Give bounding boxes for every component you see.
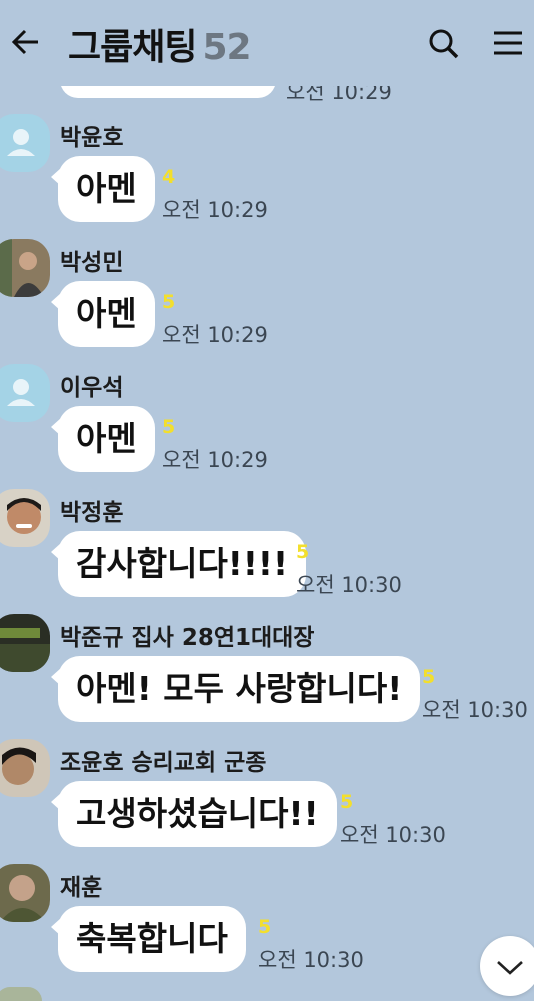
chat-title: 그룹채팅 52 (68, 18, 252, 70)
unread-count: 5 (162, 416, 176, 438)
person-icon (7, 129, 35, 156)
photo-icon (0, 739, 50, 797)
unread-count: 4 (162, 166, 176, 188)
chat-message: 조윤호 승리교회 군종 고생하셨습니다!! 5 오전 10:30 (0, 739, 534, 863)
message-bubble[interactable]: 아멘 (51, 281, 155, 347)
message-time: 오전 10:29 (162, 448, 268, 472)
message-time: 오전 10:30 (422, 698, 528, 722)
menu-icon (494, 31, 522, 55)
photo-icon (0, 239, 50, 297)
photo-icon (0, 489, 50, 547)
chat-message: 이우석 아멘 5 오전 10:29 (0, 364, 534, 488)
default-profile-avatar[interactable] (0, 114, 50, 172)
photo-icon (0, 614, 50, 672)
profile-photo-avatar[interactable] (0, 614, 50, 672)
chevron-down-icon (497, 961, 523, 975)
chat-message: 박정훈 감사합니다!!!! 5 오전 10:30 (0, 489, 534, 613)
unread-count: 5 (162, 291, 176, 313)
sender-name: 박정훈 (60, 500, 124, 526)
profile-photo-avatar[interactable] (0, 489, 50, 547)
person-icon (7, 379, 35, 406)
sender-name: 박성민 (60, 250, 124, 276)
arrow-left-icon (11, 29, 38, 55)
sender-name: 조윤호 승리교회 군종 (60, 750, 267, 776)
message-bubble[interactable]: 고생하셨습니다!! (51, 781, 337, 847)
message-bubble[interactable]: 아멘 (51, 406, 155, 472)
message-time: 오전 10:30 (340, 823, 446, 847)
message-bubble[interactable]: 아멘! 모두 사랑합니다! (50, 656, 421, 722)
sender-name: 박윤호 (60, 125, 124, 151)
message-bubble[interactable]: 아멘 (51, 156, 155, 222)
search-icon (429, 29, 459, 59)
profile-photo-avatar[interactable] (0, 739, 50, 797)
chat-message: 박성민 아멘 5 오전 10:29 (0, 239, 534, 363)
chat-message: 재훈 축복합니다 5 오전 10:30 (0, 864, 534, 988)
unread-count: 5 (422, 666, 436, 688)
message-time: 오전 10:30 (296, 573, 402, 597)
photo-icon (0, 864, 50, 922)
chat-header: 그룹채팅 52 (0, 0, 534, 86)
unread-count: 5 (296, 541, 310, 563)
profile-photo-avatar[interactable] (0, 864, 50, 922)
message-bubble[interactable]: 감사합니다!!!! (51, 531, 306, 597)
sender-name: 박준규 집사 28연1대대장 (60, 625, 315, 651)
chat-room-name: 그룹채팅 (68, 27, 197, 68)
scroll-to-bottom-button[interactable] (480, 936, 534, 996)
default-profile-avatar[interactable] (0, 364, 50, 422)
next-message-partial (0, 985, 534, 1001)
sender-name: 재훈 (60, 875, 103, 901)
message-time: 오전 10:29 (162, 198, 268, 222)
profile-photo-avatar[interactable] (0, 239, 50, 297)
chat-message: 박준규 집사 28연1대대장 아멘! 모두 사랑합니다! 5 오전 10:30 (0, 614, 534, 738)
member-count: 52 (202, 27, 251, 68)
unread-count: 5 (340, 791, 354, 813)
message-time: 오전 10:30 (258, 948, 364, 972)
sender-name: 이우석 (60, 375, 124, 401)
chat-message: 박윤호 아멘 4 오전 10:29 (0, 114, 534, 238)
menu-button[interactable] (488, 24, 528, 64)
unread-count: 5 (258, 916, 272, 938)
message-bubble[interactable]: 축복합니다 (51, 906, 246, 972)
search-button[interactable] (424, 24, 464, 64)
back-button[interactable] (8, 22, 44, 62)
message-time: 오전 10:29 (162, 323, 268, 347)
